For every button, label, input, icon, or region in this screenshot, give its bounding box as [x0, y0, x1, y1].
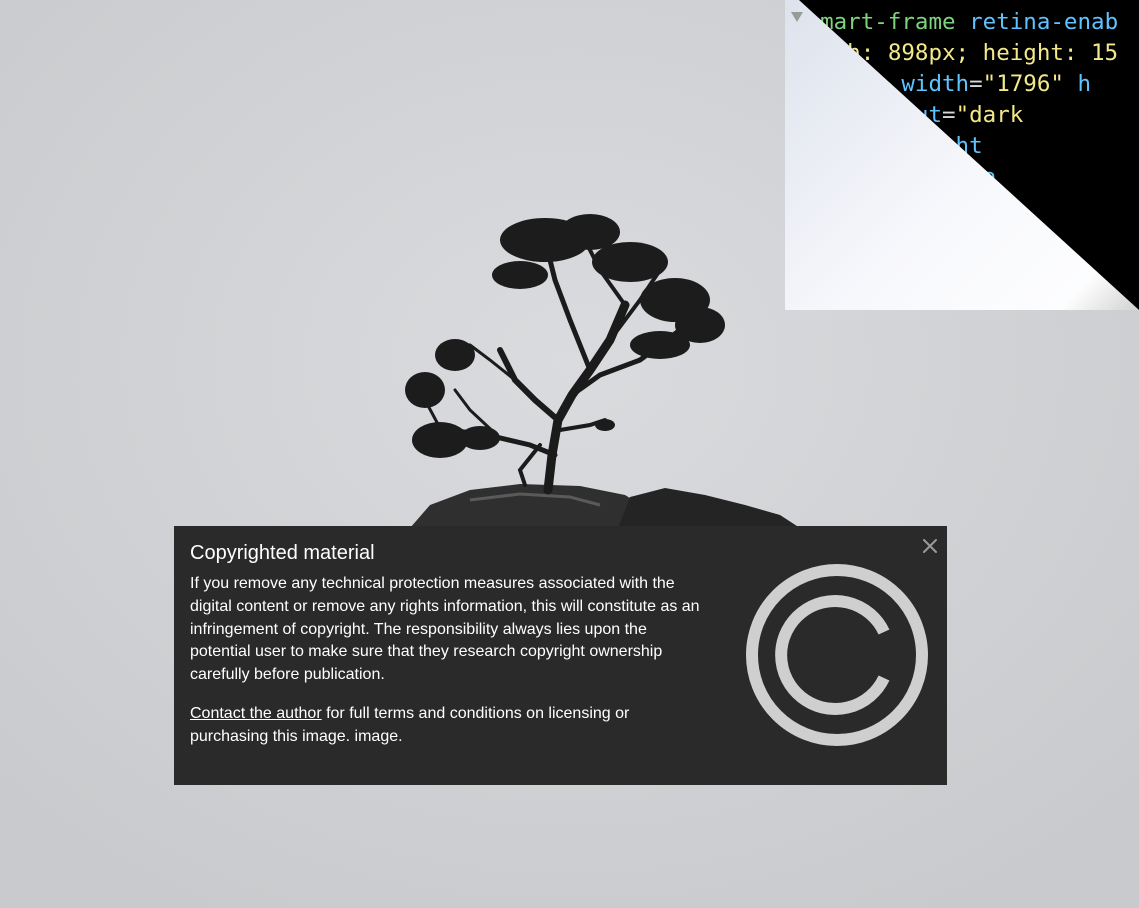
contact-author-link[interactable]: Contact the author: [190, 705, 322, 722]
protected-image-viewer: <smart-frame retina-enab width: 898px; he…: [0, 0, 1139, 908]
code-token: h: [1063, 71, 1092, 97]
dialog-title: Copyrighted material: [190, 542, 375, 564]
code-token: "dark: [955, 102, 1024, 128]
code-token: "1796": [982, 71, 1064, 97]
code-token: =: [942, 102, 956, 128]
code-token: retina-enab: [969, 9, 1119, 35]
code-line: <smart-frame retina-enab: [793, 8, 1118, 36]
copyright-dialog: Copyrighted material If you remove any t…: [174, 526, 947, 785]
dialog-footer-text: Contact the author for full terms and co…: [190, 703, 710, 749]
expand-triangle-icon: [791, 12, 803, 22]
close-icon[interactable]: [921, 537, 939, 555]
dialog-body-text: If you remove any technical protection m…: [190, 575, 700, 684]
code-token: width: [901, 71, 970, 97]
copyright-icon: [746, 564, 928, 746]
source-code-peek: <smart-frame retina-enab width: 898px; he…: [785, 0, 1139, 310]
code-token: =: [969, 71, 983, 97]
